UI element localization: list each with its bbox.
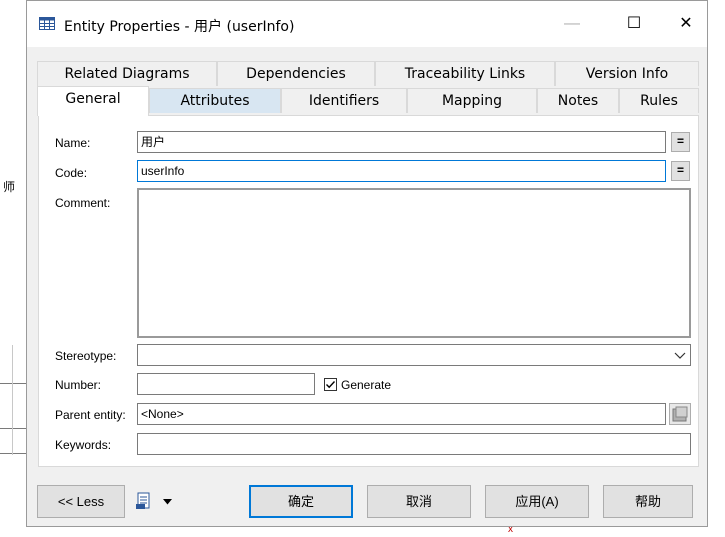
document-icon xyxy=(136,492,150,509)
tab-related-diagrams[interactable]: Related Diagrams xyxy=(37,61,217,86)
title-bar[interactable]: Entity Properties - 用户 (userInfo) — ☐ ✕ xyxy=(27,1,707,47)
tab-version-info[interactable]: Version Info xyxy=(555,61,699,86)
print-dropdown-button[interactable] xyxy=(135,491,175,513)
comment-textarea[interactable] xyxy=(137,188,691,338)
general-panel: Name: 用户 = Code: userInfo = Comment: Ste… xyxy=(38,115,699,467)
name-label: Name: xyxy=(55,136,91,150)
checkmark-icon xyxy=(326,381,336,389)
less-button[interactable]: << Less xyxy=(37,485,125,518)
keywords-label: Keywords: xyxy=(55,438,112,452)
stereotype-label: Stereotype: xyxy=(55,349,117,363)
tab-row-back: Related Diagrams Dependencies Traceabili… xyxy=(37,61,699,86)
browse-icon xyxy=(672,406,688,422)
code-field[interactable]: userInfo xyxy=(137,160,666,182)
parent-entity-browse-button[interactable] xyxy=(669,403,691,425)
name-field[interactable]: 用户 xyxy=(137,131,666,153)
tab-rules[interactable]: Rules xyxy=(619,88,699,113)
tab-attributes[interactable]: Attributes xyxy=(149,88,281,113)
ok-button[interactable]: 确定 xyxy=(249,485,353,518)
name-equals-button[interactable]: = xyxy=(671,132,690,152)
number-field[interactable] xyxy=(137,373,315,395)
cancel-button[interactable]: 取消 xyxy=(367,485,471,518)
comment-label: Comment: xyxy=(55,196,111,210)
close-icon[interactable]: ✕ xyxy=(663,1,709,47)
generate-label[interactable]: Generate xyxy=(341,378,391,392)
parent-entity-label: Parent entity: xyxy=(55,408,126,422)
generate-checkbox[interactable] xyxy=(324,378,337,391)
keywords-field[interactable] xyxy=(137,433,691,455)
stereotype-select[interactable] xyxy=(137,344,691,366)
number-label: Number: xyxy=(55,378,102,392)
maximize-icon[interactable]: ☐ xyxy=(611,1,657,47)
tab-identifiers[interactable]: Identifiers xyxy=(281,88,407,113)
parent-entity-field[interactable]: <None> xyxy=(137,403,666,425)
window-title: Entity Properties - 用户 (userInfo) xyxy=(64,19,295,35)
background-line xyxy=(0,453,26,454)
help-button[interactable]: 帮助 xyxy=(603,485,693,518)
tab-general[interactable]: General xyxy=(37,86,149,116)
background-line xyxy=(0,383,26,384)
tab-row-front: Attributes Identifiers Mapping Notes Rul… xyxy=(37,86,699,116)
chevron-down-icon xyxy=(674,352,686,359)
table-icon xyxy=(39,17,55,30)
tab-dependencies[interactable]: Dependencies xyxy=(217,61,375,86)
code-label: Code: xyxy=(55,166,88,180)
background-text: 师 xyxy=(3,180,16,194)
apply-button[interactable]: 应用(A) xyxy=(485,485,589,518)
caret-down-icon xyxy=(163,499,172,505)
tab-notes[interactable]: Notes xyxy=(537,88,619,113)
entity-properties-dialog: Entity Properties - 用户 (userInfo) — ☐ ✕ … xyxy=(26,0,708,527)
background-line xyxy=(0,428,26,429)
code-equals-button[interactable]: = xyxy=(671,161,690,181)
tab-traceability-links[interactable]: Traceability Links xyxy=(375,61,555,86)
background-line xyxy=(12,345,13,455)
tab-mapping[interactable]: Mapping xyxy=(407,88,537,113)
minimize-icon[interactable]: — xyxy=(549,1,595,47)
